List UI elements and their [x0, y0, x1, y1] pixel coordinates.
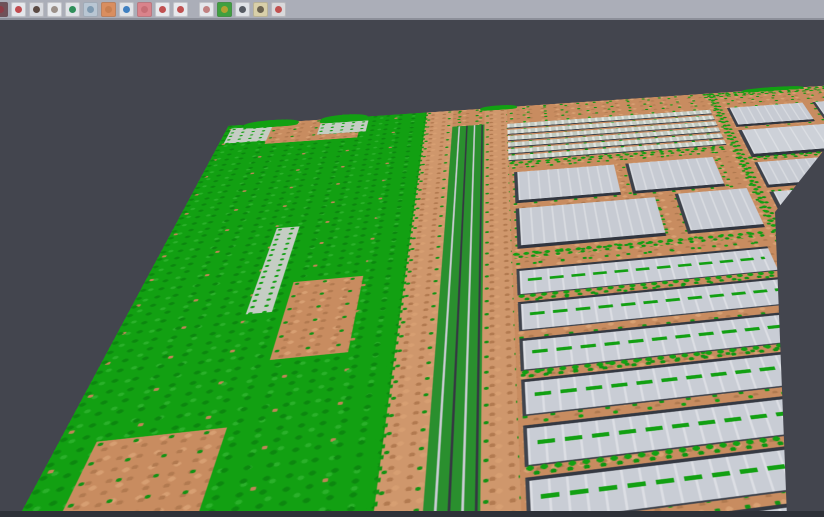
target-glyph [159, 6, 166, 13]
sphere-glyph [239, 6, 246, 13]
building [727, 103, 815, 127]
panel-glyph [87, 6, 94, 13]
terrain-glyph [33, 6, 40, 13]
checker-glyph [203, 6, 210, 13]
building [675, 188, 765, 234]
target-icon[interactable] [155, 2, 170, 17]
annotate-icon[interactable] [271, 2, 286, 17]
layers-icon[interactable] [137, 2, 152, 17]
3d-viewport[interactable] [0, 22, 824, 517]
globe-icon[interactable] [119, 2, 134, 17]
globe-glyph [123, 6, 130, 13]
sphere-icon[interactable] [235, 2, 250, 17]
building [625, 157, 725, 194]
tree-row [701, 74, 824, 99]
surface-mesh-glyph [69, 6, 76, 13]
toolbar [0, 0, 824, 20]
zoom-extent-glyph [177, 6, 184, 13]
classification-map-icon[interactable] [217, 2, 232, 17]
pick-point-icon[interactable] [11, 2, 26, 17]
surface-mesh-icon[interactable] [65, 2, 80, 17]
layers-glyph [141, 6, 148, 13]
clipped-tool-icon[interactable] [0, 2, 8, 17]
orthophoto-icon[interactable] [101, 2, 116, 17]
classified-scene-plane [0, 74, 824, 517]
measure-icon[interactable] [253, 2, 268, 17]
window-bottom-edge [0, 511, 824, 517]
points-icon[interactable] [47, 2, 62, 17]
checker-icon[interactable] [199, 2, 214, 17]
pick-point-glyph [15, 6, 22, 13]
orthophoto-glyph [105, 6, 112, 13]
clipped-tool-glyph [0, 6, 4, 13]
zoom-extent-icon[interactable] [173, 2, 188, 17]
points-glyph [51, 6, 58, 13]
measure-glyph [257, 6, 264, 13]
terrain-icon[interactable] [29, 2, 44, 17]
building [812, 97, 824, 121]
classification-map-glyph [221, 6, 228, 13]
building [514, 165, 621, 204]
panel-icon[interactable] [83, 2, 98, 17]
annotate-glyph [275, 6, 282, 13]
